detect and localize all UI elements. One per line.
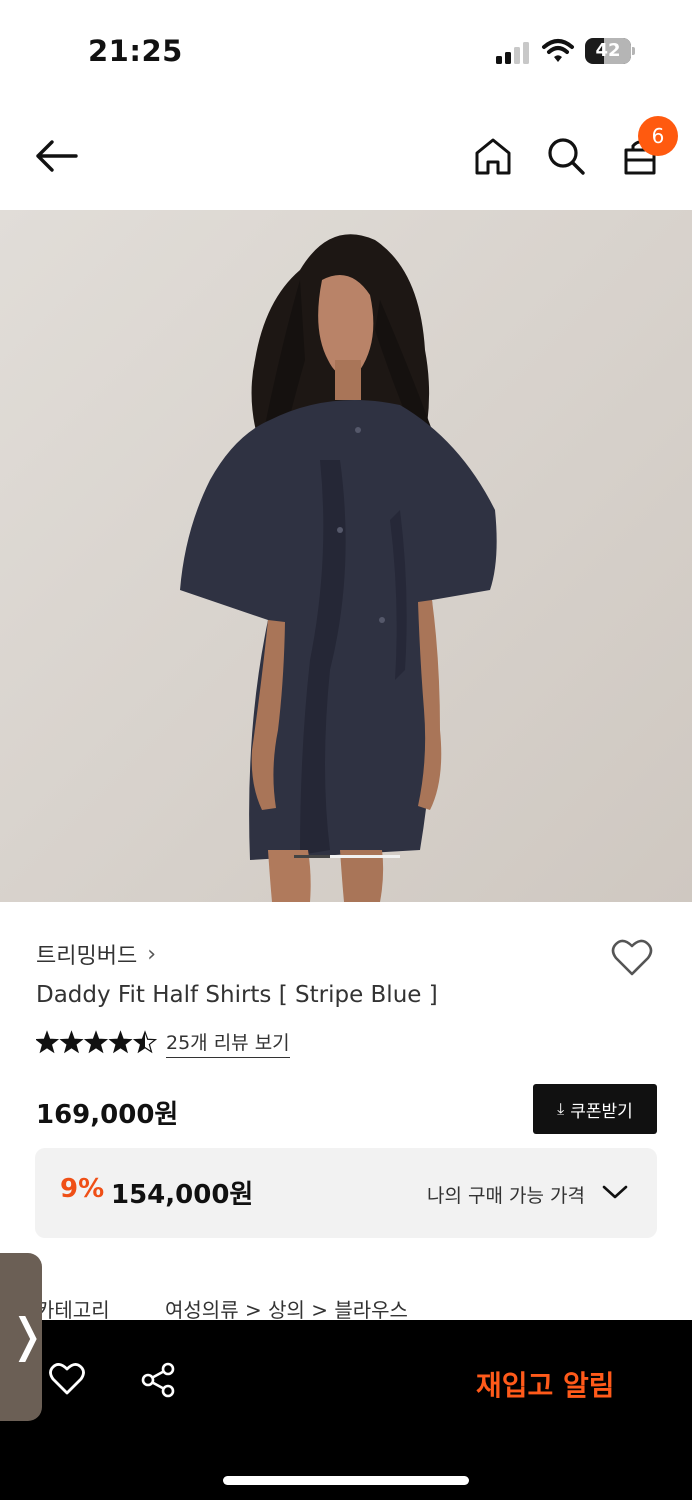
- chevron-right-icon: ›: [147, 941, 157, 967]
- battery-level: 42: [595, 40, 621, 61]
- status-bar: 21:25 42: [0, 0, 692, 100]
- home-indicator: [223, 1476, 469, 1485]
- model-photo: [0, 210, 692, 902]
- product-name: Daddy Fit Half Shirts [ Stripe Blue ]: [36, 982, 438, 1008]
- restock-alert-button[interactable]: 재입고 알림: [476, 1364, 615, 1404]
- share-icon[interactable]: [140, 1362, 176, 1398]
- search-icon[interactable]: [546, 136, 586, 176]
- product-image[interactable]: [0, 210, 692, 902]
- download-icon: ⤓: [557, 1099, 565, 1118]
- bottom-action-bar: 재입고 알림: [0, 1320, 692, 1500]
- back-arrow-icon[interactable]: [32, 136, 80, 176]
- coupon-button-label: 쿠폰받기: [570, 1101, 633, 1122]
- status-time: 21:25: [88, 34, 183, 68]
- original-price: 169,000원: [36, 1100, 179, 1130]
- chevron-down-icon: [602, 1185, 628, 1199]
- sale-price: 154,000원: [111, 1180, 254, 1210]
- cellular-signal-icon: [496, 42, 529, 64]
- carousel-indicator-track: [330, 855, 400, 858]
- home-icon[interactable]: [474, 136, 512, 176]
- review-link[interactable]: 25개 리뷰 보기: [166, 1028, 290, 1058]
- wifi-icon: [542, 39, 574, 62]
- star-icon: [83, 1030, 109, 1054]
- side-drawer-tab[interactable]: ❭: [0, 1253, 47, 1421]
- category-label: 카테고리: [36, 1298, 110, 1322]
- battery-indicator: 42: [585, 38, 635, 64]
- wishlist-heart-icon[interactable]: [610, 936, 654, 978]
- rating-row: 25개 리뷰 보기: [36, 1028, 290, 1058]
- star-icon: [59, 1030, 84, 1054]
- chevron-right-icon: ❭: [8, 1308, 47, 1362]
- star-icon: [36, 1030, 60, 1054]
- carousel-indicator-active: [294, 855, 330, 858]
- heart-icon[interactable]: [48, 1360, 86, 1396]
- star-icon: [108, 1030, 133, 1054]
- discount-rate: 9%: [60, 1174, 105, 1204]
- star-rating: [36, 1030, 158, 1054]
- brand-link[interactable]: 트리밍버드 ›: [36, 938, 156, 970]
- my-price-panel[interactable]: 9% 154,000원 나의 구매 가능 가격: [35, 1148, 657, 1238]
- coupon-button[interactable]: ⤓ 쿠폰받기: [533, 1084, 657, 1134]
- category-breadcrumb[interactable]: 여성의류 > 상의 > 블라우스: [165, 1294, 408, 1323]
- top-nav: [0, 100, 692, 210]
- brand-name: 트리밍버드: [36, 944, 138, 969]
- cart-count-badge: 6: [638, 116, 678, 156]
- my-price-label: 나의 구매 가능 가격: [427, 1185, 585, 1207]
